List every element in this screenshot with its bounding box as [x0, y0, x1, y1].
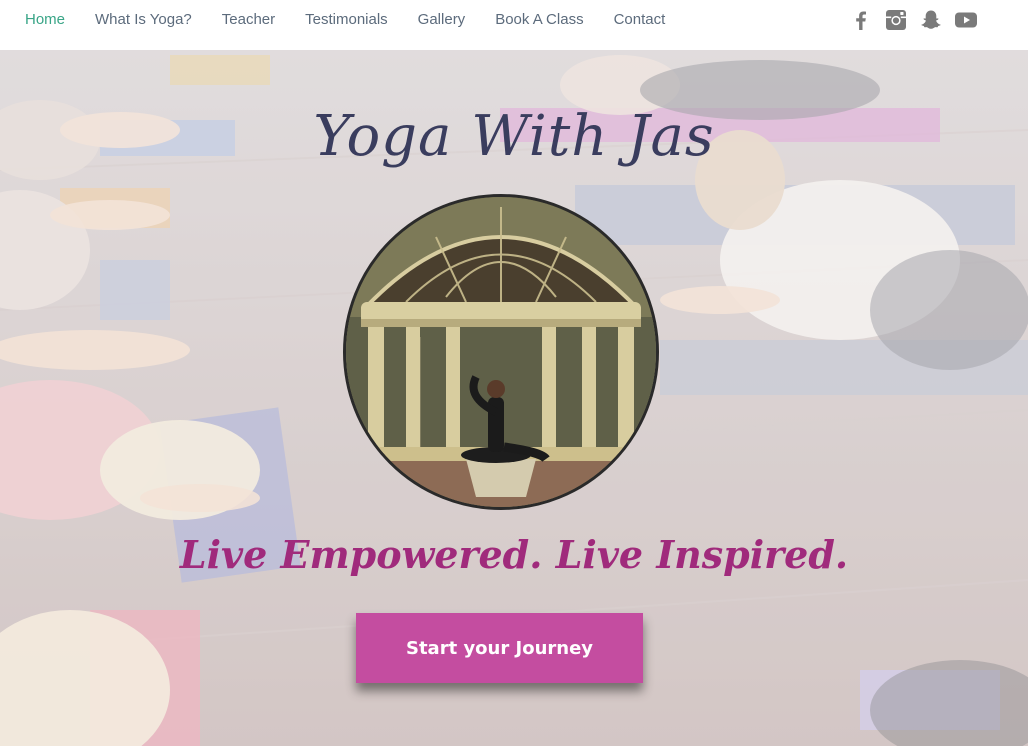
- snapchat-icon[interactable]: [919, 8, 943, 32]
- nav-item-contact[interactable]: Contact: [614, 11, 666, 29]
- site-title: Yoga With Jas: [313, 104, 715, 169]
- top-nav: Home What Is Yoga? Teacher Testimonials …: [0, 0, 1028, 50]
- instagram-icon[interactable]: [884, 8, 908, 32]
- nav-item-what-is-yoga[interactable]: What Is Yoga?: [95, 11, 192, 29]
- nav-item-book-a-class[interactable]: Book A Class: [495, 11, 583, 29]
- gazebo-yoga-photo: [343, 194, 659, 510]
- nav-item-home[interactable]: Home: [25, 11, 65, 29]
- nav-item-teacher[interactable]: Teacher: [222, 11, 275, 29]
- youtube-icon[interactable]: [954, 8, 978, 32]
- tagline: Live Empowered. Live Inspired.: [179, 532, 849, 577]
- nav-item-testimonials[interactable]: Testimonials: [305, 11, 388, 29]
- social-links: [849, 8, 978, 32]
- nav-menu: Home What Is Yoga? Teacher Testimonials …: [25, 11, 695, 29]
- nav-item-gallery[interactable]: Gallery: [418, 11, 466, 29]
- facebook-icon[interactable]: [849, 8, 873, 32]
- start-your-journey-button[interactable]: Start your Journey: [356, 613, 643, 683]
